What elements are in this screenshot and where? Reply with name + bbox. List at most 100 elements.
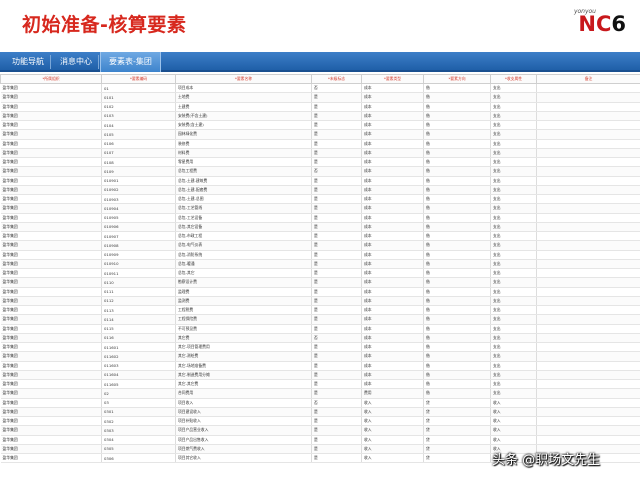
cell-income-expense[interactable]: 支出 xyxy=(490,92,537,103)
table-row[interactable]: 盈华集团 0301 项目建设收入是收入贷收入 xyxy=(0,407,640,418)
cell-code[interactable]: 0104 xyxy=(101,120,176,131)
cell-name[interactable]: 项目收入 xyxy=(175,398,312,408)
table-row[interactable]: 盈华集团 010907 总包-市政工程是成本借支出 xyxy=(0,231,640,242)
cell-direction[interactable]: 借 xyxy=(423,305,491,316)
cell-type[interactable]: 成本 xyxy=(361,277,424,288)
cell-code[interactable]: 010903 xyxy=(101,194,176,205)
cell-type[interactable]: 收入 xyxy=(361,416,424,427)
cell-leaf-flag[interactable]: 是 xyxy=(311,407,362,418)
cell-leaf-flag[interactable]: 是 xyxy=(311,444,362,455)
cell-remark[interactable] xyxy=(536,222,640,233)
cell-remark[interactable] xyxy=(536,277,640,288)
cell-direction[interactable]: 贷 xyxy=(423,435,491,445)
cell-name[interactable]: 项目产品营业收入 xyxy=(175,425,312,436)
cell-income-expense[interactable]: 支出 xyxy=(490,324,537,334)
cell-income-expense[interactable]: 支出 xyxy=(490,222,537,233)
cell-code[interactable]: 011603 xyxy=(101,361,176,371)
table-row[interactable]: 盈华集团 010905 总包-工艺设备是成本借支出 xyxy=(0,213,640,223)
tab-element-table-group[interactable]: 要素表-集团 xyxy=(100,52,161,72)
cell-leaf-flag[interactable]: 是 xyxy=(311,361,362,371)
cell-leaf-flag[interactable]: 是 xyxy=(311,194,362,205)
cell-remark[interactable] xyxy=(536,185,640,196)
cell-name[interactable]: 监测费 xyxy=(175,296,312,307)
table-row[interactable]: 盈华集团 011604 其它-制造费用分摊是成本借支出 xyxy=(0,370,640,381)
cell-income-expense[interactable]: 支出 xyxy=(490,296,537,307)
cell-leaf-flag[interactable]: 是 xyxy=(311,379,362,390)
cell-leaf-flag[interactable]: 是 xyxy=(311,148,362,159)
cell-type[interactable]: 成本 xyxy=(361,259,424,270)
cell-direction[interactable]: 贷 xyxy=(423,425,491,436)
cell-type[interactable]: 成本 xyxy=(361,111,424,122)
cell-direction[interactable]: 借 xyxy=(423,92,491,103)
cell-type[interactable]: 成本 xyxy=(361,342,424,353)
cell-org[interactable]: 盈华集团 xyxy=(0,342,102,353)
cell-remark[interactable] xyxy=(536,333,640,344)
cell-remark[interactable] xyxy=(536,287,640,297)
table-row[interactable]: 盈华集团 03 项目收入否收入贷收入 xyxy=(0,398,640,408)
cell-type[interactable]: 成本 xyxy=(361,268,424,279)
cell-income-expense[interactable]: 收入 xyxy=(490,398,537,408)
cell-type[interactable]: 成本 xyxy=(361,92,424,103)
cell-type[interactable]: 成本 xyxy=(361,102,424,112)
cell-type[interactable]: 成本 xyxy=(361,203,424,214)
cell-name[interactable]: 其它-项目管理费用 xyxy=(175,342,312,353)
cell-name[interactable]: 园林绿化费 xyxy=(175,129,312,140)
cell-type[interactable]: 成本 xyxy=(361,370,424,381)
cell-name[interactable]: 总包-土建-总图 xyxy=(175,194,312,205)
cell-income-expense[interactable]: 支出 xyxy=(490,370,537,381)
cell-org[interactable]: 盈华集团 xyxy=(0,176,102,186)
table-row[interactable]: 盈华集团 011602 其它-测绘费是成本借支出 xyxy=(0,351,640,362)
cell-name[interactable]: 总包-土建-建筑费 xyxy=(175,176,312,186)
cell-name[interactable]: 总包-工艺设备 xyxy=(175,213,312,223)
cell-name[interactable]: 项目建设收入 xyxy=(175,407,312,418)
cell-leaf-flag[interactable]: 是 xyxy=(311,416,362,427)
cell-direction[interactable]: 借 xyxy=(423,148,491,159)
cell-org[interactable]: 盈华集团 xyxy=(0,314,102,325)
cell-type[interactable]: 成本 xyxy=(361,157,424,168)
cell-remark[interactable] xyxy=(536,435,640,445)
cell-leaf-flag[interactable]: 否 xyxy=(311,166,362,177)
cell-leaf-flag[interactable]: 是 xyxy=(311,296,362,307)
cell-remark[interactable] xyxy=(536,166,640,177)
cell-remark[interactable] xyxy=(536,268,640,279)
table-row[interactable]: 盈华集团 0104 安装费(含土建) 是成本借支出 xyxy=(0,120,640,131)
cell-code[interactable]: 010907 xyxy=(101,231,176,242)
table-row[interactable]: 盈华集团 01 项目成本否成本借支出 xyxy=(0,83,640,94)
cell-name[interactable]: 项目补贴收入 xyxy=(175,416,312,427)
cell-direction[interactable]: 借 xyxy=(423,129,491,140)
column-header-remark[interactable]: 备注 xyxy=(536,74,640,84)
cell-remark[interactable] xyxy=(536,351,640,362)
cell-income-expense[interactable]: 支出 xyxy=(490,102,537,112)
cell-remark[interactable] xyxy=(536,129,640,140)
cell-code[interactable]: 0301 xyxy=(101,407,176,418)
cell-income-expense[interactable]: 支出 xyxy=(490,139,537,149)
column-header-code[interactable]: *要素编码 xyxy=(101,74,176,84)
cell-leaf-flag[interactable]: 是 xyxy=(311,111,362,122)
cell-code[interactable]: 0302 xyxy=(101,416,176,427)
cell-org[interactable]: 盈华集团 xyxy=(0,213,102,223)
cell-income-expense[interactable]: 支出 xyxy=(490,240,537,251)
cell-remark[interactable] xyxy=(536,296,640,307)
cell-income-expense[interactable]: 支出 xyxy=(490,176,537,186)
cell-income-expense[interactable]: 支出 xyxy=(490,83,537,94)
cell-name[interactable]: 安装费(含土建) xyxy=(175,120,312,131)
cell-org[interactable]: 盈华集团 xyxy=(0,222,102,233)
cell-name[interactable]: 项目成本 xyxy=(175,83,312,94)
cell-type[interactable]: 成本 xyxy=(361,176,424,186)
cell-name[interactable]: 其它费 xyxy=(175,333,312,344)
cell-code[interactable]: 010901 xyxy=(101,176,176,186)
cell-remark[interactable] xyxy=(536,148,640,159)
cell-leaf-flag[interactable]: 是 xyxy=(311,231,362,242)
cell-leaf-flag[interactable]: 是 xyxy=(311,277,362,288)
cell-org[interactable]: 盈华集团 xyxy=(0,157,102,168)
cell-leaf-flag[interactable]: 是 xyxy=(311,176,362,186)
cell-direction[interactable]: 借 xyxy=(423,111,491,122)
cell-code[interactable]: 0107 xyxy=(101,148,176,159)
cell-name[interactable]: 不可预见费 xyxy=(175,324,312,334)
cell-direction[interactable]: 借 xyxy=(423,259,491,270)
cell-code[interactable]: 010906 xyxy=(101,222,176,233)
table-row[interactable]: 盈华集团 0112 监测费是成本借支出 xyxy=(0,296,640,307)
cell-org[interactable]: 盈华集团 xyxy=(0,370,102,381)
cell-type[interactable]: 成本 xyxy=(361,139,424,149)
cell-type[interactable]: 成本 xyxy=(361,185,424,196)
